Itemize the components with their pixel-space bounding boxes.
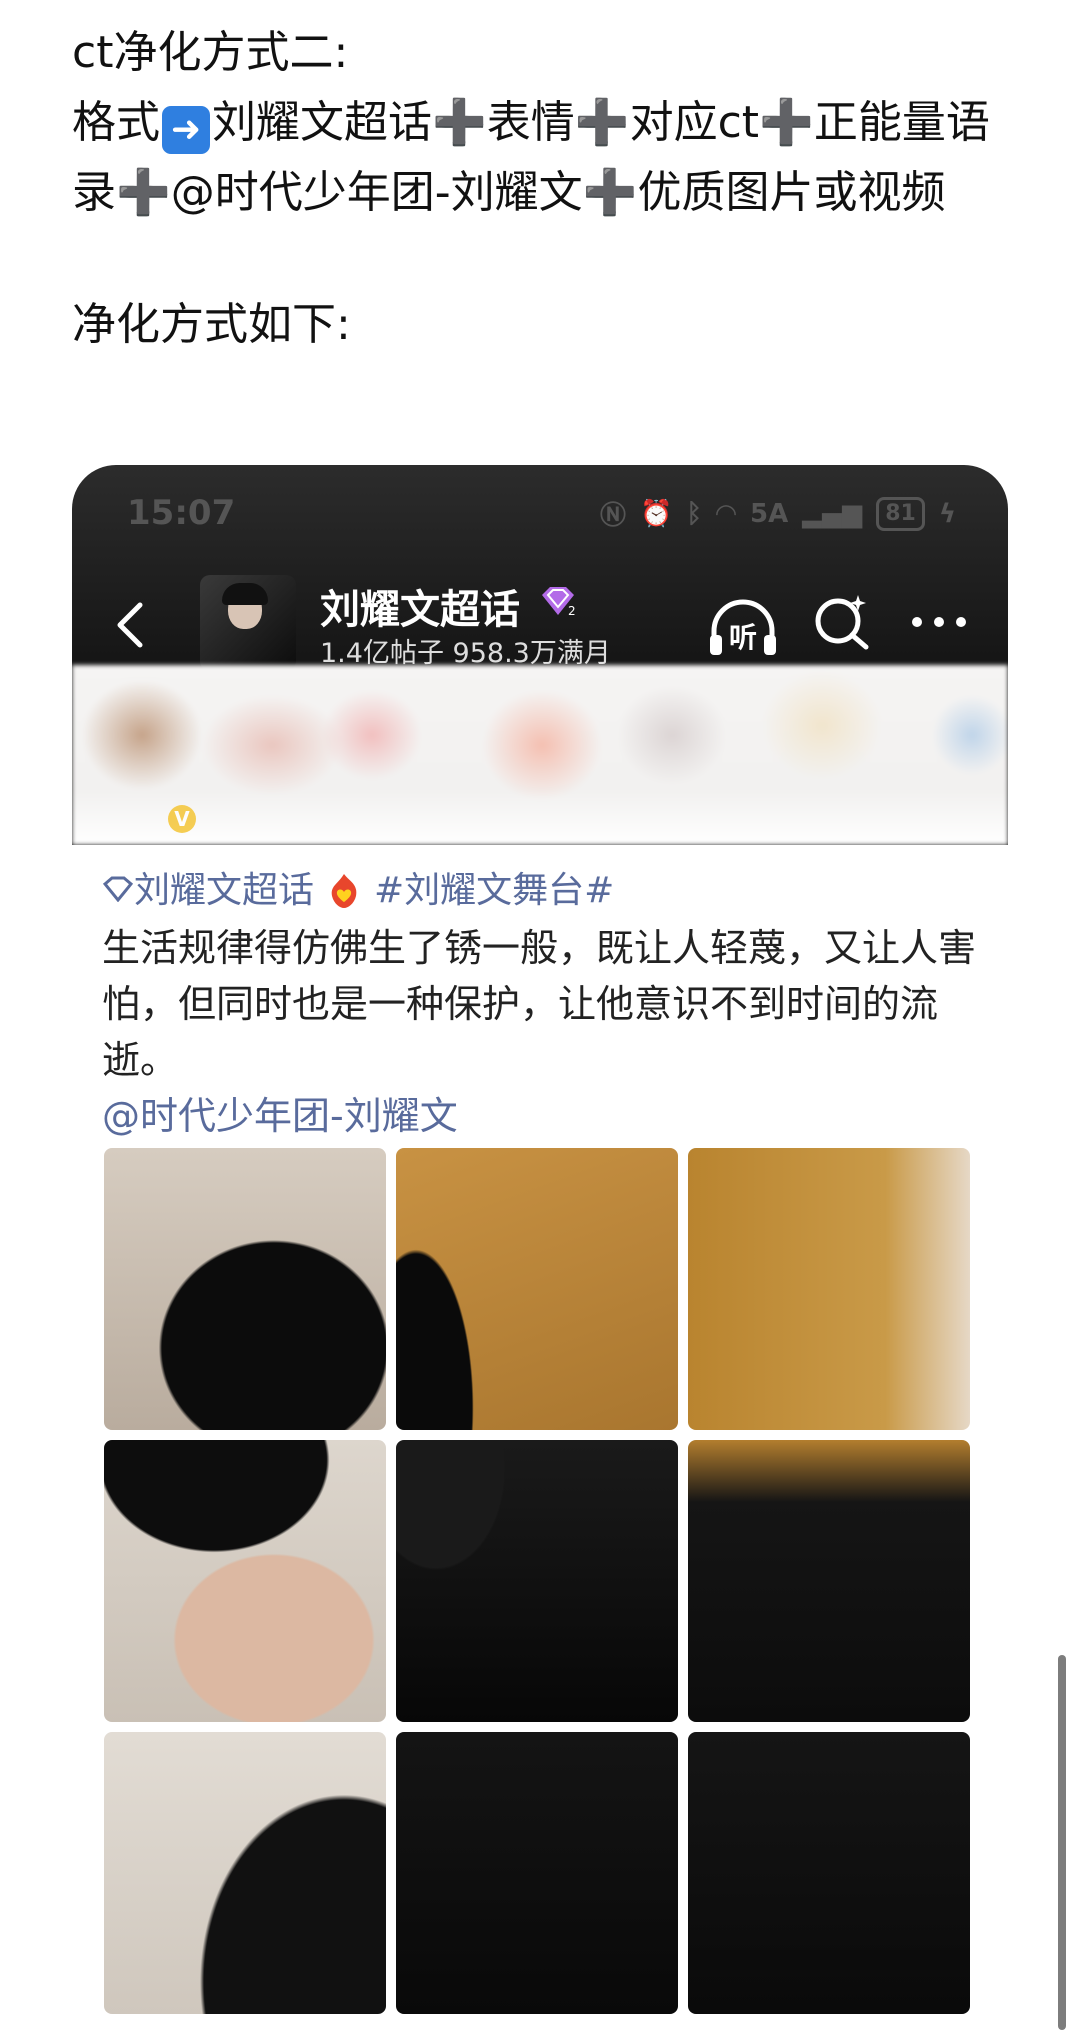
plus-icon: ➕: [582, 167, 638, 218]
status-time: 15:07: [127, 493, 236, 533]
grid-image[interactable]: [688, 1148, 970, 1430]
network-label: 5A: [750, 498, 789, 529]
verified-badge-icon: V: [168, 805, 196, 833]
post-text: 生活规律得仿佛生了锈一般，既让人轻蔑，又让人害怕，但同时也是一种保护，让他意识不…: [102, 926, 977, 1082]
topic-avatar[interactable]: [200, 575, 296, 671]
embedded-screenshot: 15:07 Ⓝ ⏰ ᛒ ◠ 5A ▂▄▆ 81 ϟ 刘耀文超话 2 1.4亿帖子…: [72, 465, 1008, 2030]
topic-tag-link[interactable]: 刘耀文超话: [134, 870, 314, 911]
plus-icon: ➕: [432, 97, 487, 148]
signal-icon: ▂▄▆: [802, 498, 863, 529]
plus-icon: ➕: [116, 167, 171, 218]
blurred-banner: [72, 665, 1008, 845]
format-label: 格式: [72, 97, 160, 148]
grid-image[interactable]: [396, 1732, 678, 2014]
article-heading: ct净化方式二:: [72, 27, 349, 78]
plus-icon: ➕: [759, 97, 814, 148]
fire-heart-emoji-icon: [331, 874, 357, 908]
battery-level: 81: [876, 496, 925, 531]
grid-image[interactable]: [104, 1732, 386, 2014]
grid-image[interactable]: [688, 1732, 970, 2014]
grid-image[interactable]: [688, 1440, 970, 1722]
more-options-icon[interactable]: [908, 607, 970, 637]
article-body: ct净化方式二: 格式 ➜ 刘耀文超话➕表情➕对应ct➕正能量语录➕@时代少年团-刘…: [72, 18, 1012, 360]
right-arrow-icon: ➜: [162, 106, 210, 154]
format-part: 刘耀文超话: [212, 97, 432, 148]
format-part: 优质图片或视频: [637, 167, 946, 218]
bluetooth-icon: ᛒ: [686, 498, 702, 529]
plus-icon: ➕: [574, 97, 630, 148]
format-description: 格式 ➜ 刘耀文超话➕表情➕对应ct➕正能量语录➕@时代少年团-刘耀文➕优质图片或视…: [72, 88, 1012, 228]
charging-icon: ϟ: [938, 498, 956, 529]
alarm-icon: ⏰: [640, 498, 673, 529]
nfc-icon: Ⓝ: [600, 501, 627, 531]
grid-image[interactable]: [104, 1440, 386, 1722]
section-title: 净化方式如下:: [72, 299, 351, 350]
listen-icon[interactable]: 听: [704, 595, 782, 661]
wifi-icon: ◠: [716, 498, 736, 529]
diamond-badge-icon: 2: [542, 587, 576, 617]
diamond-link-icon: [102, 876, 134, 902]
grid-image[interactable]: [396, 1148, 678, 1430]
listen-label: 听: [729, 621, 757, 654]
image-grid: [104, 1148, 976, 2014]
status-icons: Ⓝ ⏰ ᛒ ◠ 5A ▂▄▆ 81 ϟ: [600, 495, 956, 532]
grid-image[interactable]: [396, 1440, 678, 1722]
page-scrollbar[interactable]: [1058, 1655, 1066, 2030]
back-icon[interactable]: [102, 595, 162, 655]
search-icon[interactable]: [812, 591, 874, 653]
badge-level: 2: [568, 604, 576, 617]
post-tags: 刘耀文超话 #刘耀文舞台#: [102, 861, 614, 913]
format-part: @时代少年团-刘耀文: [170, 167, 583, 218]
mention-link[interactable]: @时代少年团-刘耀文: [102, 1085, 458, 1140]
grid-image[interactable]: [104, 1148, 386, 1430]
format-part: 表情: [486, 97, 575, 148]
topic-title[interactable]: 刘耀文超话: [320, 577, 520, 635]
topic-header: 15:07 Ⓝ ⏰ ᛒ ◠ 5A ▂▄▆ 81 ϟ 刘耀文超话 2 1.4亿帖子…: [72, 465, 1008, 845]
hashtag-link[interactable]: #刘耀文舞台#: [374, 870, 614, 911]
format-part: 对应ct: [629, 97, 760, 148]
